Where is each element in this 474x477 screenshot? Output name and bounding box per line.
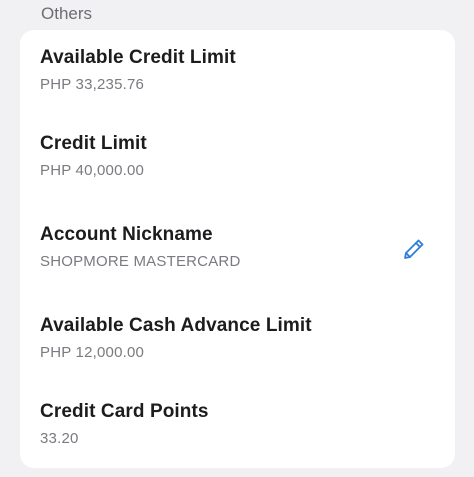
credit-limit-value: PHP 40,000.00: [40, 162, 145, 179]
account-details-card: Available Credit Limit PHP 33,235.76 Cre…: [20, 30, 455, 468]
list-item-available-credit-limit: Available Credit Limit PHP 33,235.76: [40, 46, 435, 95]
account-nickname-value: SHOPMORE MASTERCARD: [40, 253, 241, 270]
credit-card-points-label: Credit Card Points: [40, 401, 209, 422]
available-cash-advance-limit-value: PHP 12,000.00: [40, 344, 145, 361]
list-item-credit-limit: Credit Limit PHP 40,000.00: [40, 132, 435, 181]
credit-limit-label: Credit Limit: [40, 133, 147, 154]
list-item-account-nickname: Account Nickname SHOPMORE MASTERCARD: [40, 223, 435, 272]
list-item-credit-card-points: Credit Card Points 33.20: [40, 400, 435, 449]
available-credit-limit-value: PHP 33,235.76: [40, 76, 145, 93]
section-title: Others: [41, 4, 93, 23]
credit-card-points-value: 33.20: [40, 430, 79, 447]
account-nickname-label: Account Nickname: [40, 224, 213, 245]
available-cash-advance-limit-label: Available Cash Advance Limit: [40, 315, 312, 336]
pencil-icon: [404, 239, 424, 259]
list-item-available-cash-advance-limit: Available Cash Advance Limit PHP 12,000.…: [40, 314, 435, 363]
edit-nickname-button[interactable]: [400, 235, 428, 263]
available-credit-limit-label: Available Credit Limit: [40, 47, 236, 68]
